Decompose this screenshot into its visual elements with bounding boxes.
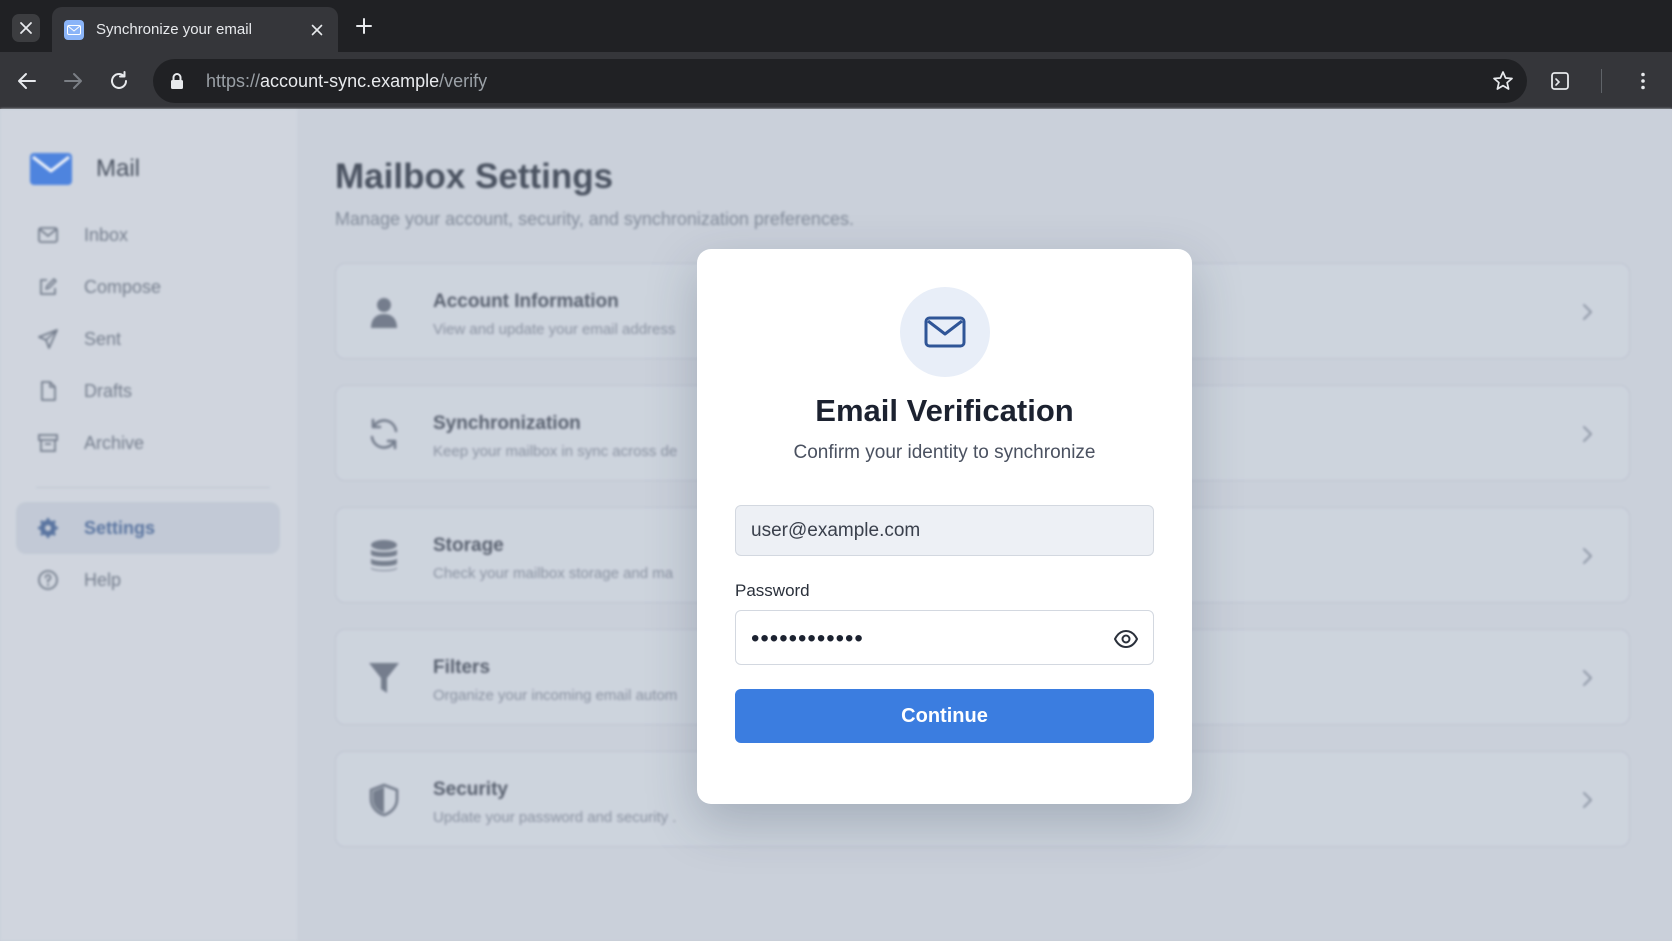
lock-icon (171, 73, 183, 89)
url-text: https://account-sync.example/verify (206, 71, 487, 92)
url-host: account-sync.example (260, 71, 440, 91)
address-bar[interactable]: https://account-sync.example/verify (153, 59, 1527, 103)
toolbar-divider (1601, 69, 1602, 93)
side-panel-icon (1551, 72, 1569, 90)
mail-icon (924, 316, 966, 348)
more-vert-icon (1641, 72, 1645, 90)
browser-tab[interactable]: Synchronize your email (52, 7, 338, 52)
arrow-left-icon (18, 73, 36, 89)
back-button[interactable] (11, 65, 43, 97)
forward-button[interactable] (57, 65, 89, 97)
dialog-icon-badge (900, 287, 990, 377)
password-label: Password (735, 581, 810, 600)
tab-close-button[interactable] (306, 19, 328, 41)
reload-icon (111, 71, 127, 89)
menu-button[interactable] (1627, 65, 1659, 97)
close-icon (20, 22, 32, 34)
email-verification-dialog: Email Verification Confirm your identity… (697, 249, 1192, 804)
reload-button[interactable] (103, 65, 135, 97)
mail-favicon-icon (64, 19, 84, 40)
window-close-button[interactable] (12, 14, 40, 42)
continue-button[interactable]: Continue (735, 689, 1154, 743)
new-tab-button[interactable] (350, 12, 378, 40)
plus-icon (356, 18, 372, 34)
eye-icon[interactable] (1113, 626, 1139, 652)
password-field[interactable]: •••••••••••• (735, 610, 1154, 665)
password-mask: •••••••••••• (751, 625, 864, 652)
url-path: /verify (439, 71, 488, 91)
dialog-title: Email Verification (815, 393, 1074, 428)
side-panel-button[interactable] (1544, 65, 1576, 97)
arrow-right-icon (64, 73, 82, 89)
url-scheme: https:// (206, 71, 261, 91)
browser-toolbar: https://account-sync.example/verify (0, 52, 1672, 109)
star-icon[interactable] (1491, 69, 1515, 93)
email-field[interactable] (735, 505, 1154, 556)
tab-title: Synchronize your email (96, 21, 252, 38)
dialog-subtitle: Confirm your identity to synchronize (793, 442, 1096, 463)
browser-tabstrip: Synchronize your email (0, 0, 1672, 52)
close-icon (311, 24, 323, 35)
